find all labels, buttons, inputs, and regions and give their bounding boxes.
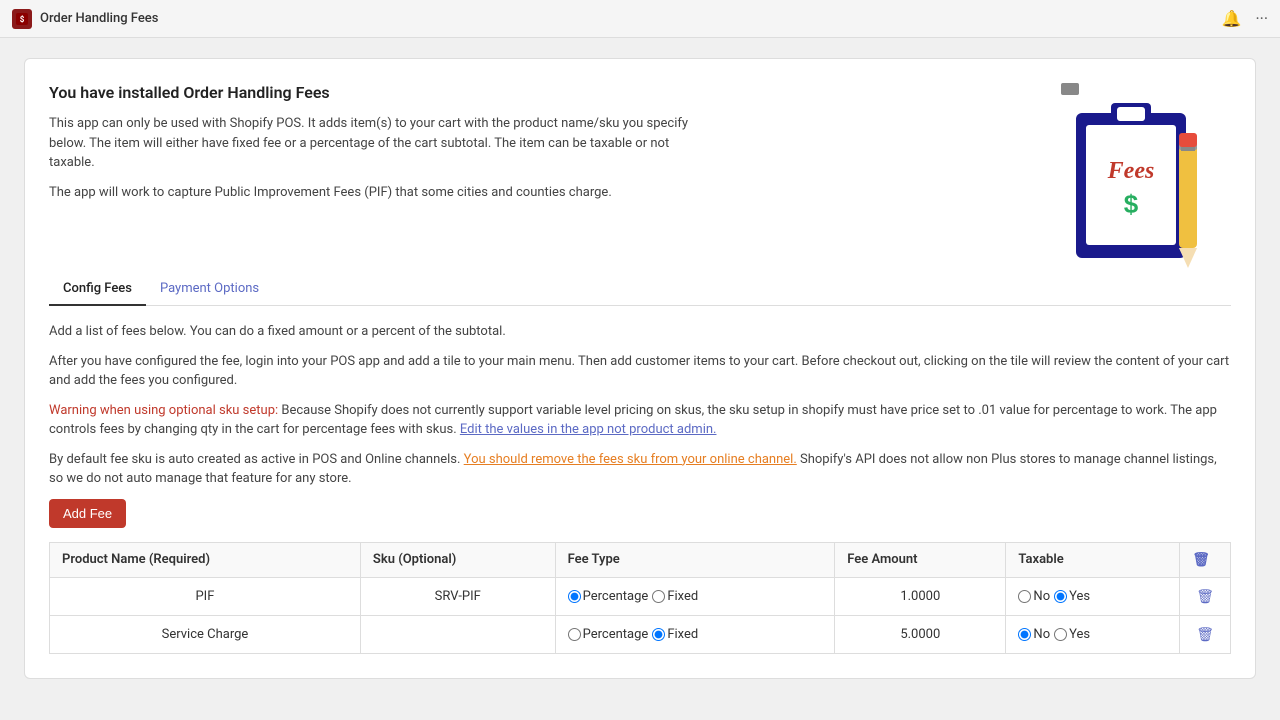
channel-prefix: By default fee sku is auto created as ac… bbox=[49, 452, 464, 467]
radio-fee-type-fixed[interactable]: Fixed bbox=[652, 589, 698, 604]
add-fee-button[interactable]: Add Fee bbox=[49, 499, 126, 528]
fees-svg-icon: Fees $ bbox=[1061, 83, 1221, 273]
cell-sku bbox=[360, 615, 555, 653]
titlebar-left: $ Order Handling Fees bbox=[12, 9, 158, 29]
radio-taxable-no[interactable]: No bbox=[1018, 589, 1050, 604]
table-row: PIFSRV-PIFPercentageFixed1.0000NoYes🗑 bbox=[50, 577, 1231, 615]
tab-config-fees[interactable]: Config Fees bbox=[49, 273, 146, 306]
cell-fee-type[interactable]: PercentageFixed bbox=[555, 615, 835, 653]
intro-heading: You have installed Order Handling Fees bbox=[49, 83, 689, 102]
intro-section: You have installed Order Handling Fees T… bbox=[49, 83, 1231, 273]
cell-delete[interactable]: 🗑 bbox=[1180, 577, 1231, 615]
col-header-fee-type: Fee Type bbox=[555, 542, 835, 577]
delete-row-button[interactable]: 🗑 bbox=[1192, 586, 1218, 607]
warning-prefix: Warning when using optional sku setup: bbox=[49, 403, 278, 418]
titlebar-actions: 🔔 ··· bbox=[1222, 9, 1268, 28]
warning-link[interactable]: Edit the values in the app not product a… bbox=[460, 422, 717, 437]
main-content: You have installed Order Handling Fees T… bbox=[0, 38, 1280, 715]
delete-header-icon: 🗑 bbox=[1192, 552, 1210, 568]
col-header-sku: Sku (Optional) bbox=[360, 542, 555, 577]
warning-paragraph: Warning when using optional sku setup: B… bbox=[49, 401, 1231, 440]
col-header-taxable: Taxable bbox=[1006, 542, 1180, 577]
radio-fee-type-fixed[interactable]: Fixed bbox=[652, 627, 698, 642]
col-header-delete: 🗑 bbox=[1180, 542, 1231, 577]
table-row: Service ChargePercentageFixed5.0000NoYes… bbox=[50, 615, 1231, 653]
cell-sku: SRV-PIF bbox=[360, 577, 555, 615]
instruction-line2: After you have configured the fee, login… bbox=[49, 352, 1231, 391]
cell-taxable[interactable]: No Yes bbox=[1006, 577, 1180, 615]
svg-text:$: $ bbox=[1124, 189, 1139, 219]
tab-payment-options[interactable]: Payment Options bbox=[146, 273, 273, 306]
radio-taxable-yes[interactable]: Yes bbox=[1054, 589, 1090, 604]
titlebar: $ Order Handling Fees 🔔 ··· bbox=[0, 0, 1280, 38]
cell-fee-type[interactable]: PercentageFixed bbox=[555, 577, 835, 615]
bell-icon[interactable]: 🔔 bbox=[1222, 9, 1242, 28]
intro-para1: This app can only be used with Shopify P… bbox=[49, 114, 689, 173]
cell-fee-amount: 5.0000 bbox=[835, 615, 1006, 653]
cell-product-name: Service Charge bbox=[50, 615, 361, 653]
intro-text-block: You have installed Order Handling Fees T… bbox=[49, 83, 689, 212]
cell-product-name: PIF bbox=[50, 577, 361, 615]
radio-fee-type-percentage[interactable]: Percentage bbox=[568, 589, 649, 604]
radio-taxable-yes[interactable]: Yes bbox=[1054, 627, 1090, 642]
main-card: You have installed Order Handling Fees T… bbox=[24, 58, 1256, 679]
fees-illustration: Fees $ bbox=[1051, 83, 1231, 273]
instructions-block: Add a list of fees below. You can do a f… bbox=[49, 322, 1231, 489]
cell-fee-amount: 1.0000 bbox=[835, 577, 1006, 615]
channel-paragraph: By default fee sku is auto created as ac… bbox=[49, 450, 1231, 489]
intro-para2: The app will work to capture Public Impr… bbox=[49, 183, 689, 203]
col-header-fee-amount: Fee Amount bbox=[835, 542, 1006, 577]
radio-taxable-no[interactable]: No bbox=[1018, 627, 1050, 642]
fees-table: Product Name (Required) Sku (Optional) F… bbox=[49, 542, 1231, 654]
cell-taxable[interactable]: No Yes bbox=[1006, 615, 1180, 653]
more-options-icon[interactable]: ··· bbox=[1255, 9, 1268, 28]
cell-delete[interactable]: 🗑 bbox=[1180, 615, 1231, 653]
col-header-product-name: Product Name (Required) bbox=[50, 542, 361, 577]
instruction-line1: Add a list of fees below. You can do a f… bbox=[49, 322, 1231, 342]
svg-text:Fees: Fees bbox=[1107, 158, 1155, 184]
app-title: Order Handling Fees bbox=[40, 11, 158, 26]
delete-row-button[interactable]: 🗑 bbox=[1192, 624, 1218, 645]
svg-text:$: $ bbox=[20, 15, 25, 24]
app-icon: $ bbox=[12, 9, 32, 29]
radio-fee-type-percentage[interactable]: Percentage bbox=[568, 627, 649, 642]
tabs: Config Fees Payment Options bbox=[49, 273, 1231, 306]
channel-link[interactable]: You should remove the fees sku from your… bbox=[464, 452, 797, 467]
